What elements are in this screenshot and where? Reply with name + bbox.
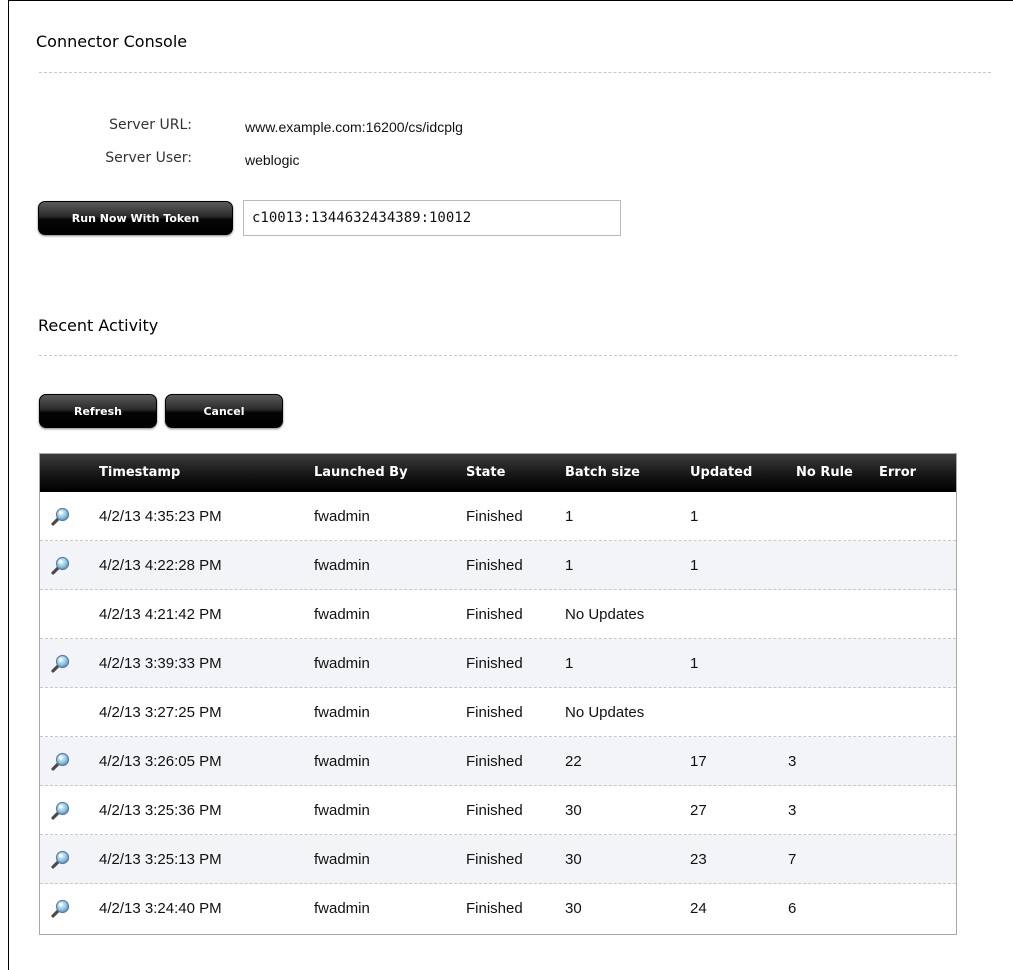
cell-timestamp: 4/2/13 4:22:28 PM	[99, 557, 222, 574]
cell-state: Finished	[466, 900, 523, 917]
column-header-batch-size[interactable]: Batch size	[565, 454, 640, 492]
cell-timestamp: 4/2/13 3:27:25 PM	[99, 704, 222, 721]
cell-timestamp: 4/2/13 3:25:36 PM	[99, 802, 222, 819]
cell-state: Finished	[466, 704, 523, 721]
cell-launched-by: fwadmin	[314, 557, 370, 574]
server-url-label: Server URL:	[109, 117, 192, 133]
cell-updated: 23	[690, 851, 707, 868]
cell-batch-size: No Updates	[565, 606, 645, 623]
cancel-button[interactable]: Cancel	[165, 394, 283, 428]
cell-batch-size: 22	[565, 753, 582, 770]
activity-divider	[39, 355, 957, 356]
cell-timestamp: 4/2/13 4:35:23 PM	[99, 508, 222, 525]
cell-launched-by: fwadmin	[314, 606, 370, 623]
cell-launched-by: fwadmin	[314, 900, 370, 917]
token-input[interactable]	[243, 200, 621, 236]
table-row[interactable]: 4/2/13 4:21:42 PM fwadmin Finished No Updat…	[40, 590, 956, 639]
cell-batch-size: 30	[565, 900, 582, 917]
cell-batch-size: 1	[565, 508, 574, 525]
table-row[interactable]: 4/2/13 3:25:36 PM fwadmin Finished 30 27 3	[40, 786, 956, 835]
magnifier-icon[interactable]	[49, 849, 71, 871]
cell-batch-size: 30	[565, 851, 582, 868]
cell-launched-by: fwadmin	[314, 508, 370, 525]
column-header-updated[interactable]: Updated	[690, 454, 752, 492]
cell-batch-size: 30	[565, 802, 582, 819]
magnifier-icon[interactable]	[49, 555, 71, 577]
magnifier-icon[interactable]	[49, 751, 71, 773]
cell-batch-size: 1	[565, 655, 574, 672]
server-user-value: weblogic	[245, 152, 300, 168]
table-row[interactable]: 4/2/13 4:22:28 PM fwadmin Finished 1 1	[40, 541, 956, 590]
cell-timestamp: 4/2/13 3:25:13 PM	[99, 851, 222, 868]
cell-timestamp: 4/2/13 4:21:42 PM	[99, 606, 222, 623]
cell-updated: 24	[690, 900, 707, 917]
cell-state: Finished	[466, 753, 523, 770]
server-url-value: www.example.com:16200/cs/idcplg	[245, 119, 463, 135]
column-header-launched-by[interactable]: Launched By	[314, 454, 408, 492]
cell-launched-by: fwadmin	[314, 802, 370, 819]
cell-no-rule: 3	[788, 753, 797, 770]
magnifier-icon[interactable]	[49, 800, 71, 822]
cell-state: Finished	[466, 557, 523, 574]
cell-updated: 27	[690, 802, 707, 819]
cell-no-rule: 7	[788, 851, 797, 868]
server-user-label: Server User:	[105, 150, 192, 166]
cell-batch-size: No Updates	[565, 704, 645, 721]
cell-launched-by: fwadmin	[314, 851, 370, 868]
table-row[interactable]: 4/2/13 4:35:23 PM fwadmin Finished 1 1	[40, 492, 956, 541]
table-row[interactable]: 4/2/13 3:27:25 PM fwadmin Finished No Updat…	[40, 688, 956, 737]
column-header-error[interactable]: Error	[879, 454, 916, 492]
cell-no-rule: 3	[788, 802, 797, 819]
magnifier-icon[interactable]	[49, 653, 71, 675]
cell-updated: 1	[690, 508, 699, 525]
cell-state: Finished	[466, 606, 523, 623]
page-title: Connector Console	[36, 32, 188, 51]
table-row[interactable]: 4/2/13 3:39:33 PM fwadmin Finished 1 1	[40, 639, 956, 688]
cell-updated: 1	[690, 655, 699, 672]
title-divider	[39, 72, 991, 73]
run-now-with-token-button[interactable]: Run Now With Token	[38, 201, 233, 235]
cell-timestamp: 4/2/13 3:39:33 PM	[99, 655, 222, 672]
cell-updated: 17	[690, 753, 707, 770]
table-row[interactable]: 4/2/13 3:24:40 PM fwadmin Finished 30 24 6	[40, 884, 956, 933]
refresh-button[interactable]: Refresh	[39, 394, 157, 428]
table-row[interactable]: 4/2/13 3:25:13 PM fwadmin Finished 30 23 7	[40, 835, 956, 884]
cell-launched-by: fwadmin	[314, 655, 370, 672]
cell-no-rule: 6	[788, 900, 797, 917]
cell-batch-size: 1	[565, 557, 574, 574]
magnifier-icon[interactable]	[49, 898, 71, 920]
recent-activity-title: Recent Activity	[38, 316, 159, 335]
column-header-no-rule[interactable]: No Rule	[796, 454, 853, 492]
cell-updated: 1	[690, 557, 699, 574]
activity-table: Timestamp Launched By State Batch size U…	[39, 453, 957, 935]
table-header: Timestamp Launched By State Batch size U…	[40, 454, 956, 492]
column-header-state[interactable]: State	[466, 454, 505, 492]
cell-state: Finished	[466, 851, 523, 868]
cell-timestamp: 4/2/13 3:26:05 PM	[99, 753, 222, 770]
cell-launched-by: fwadmin	[314, 704, 370, 721]
cell-state: Finished	[466, 802, 523, 819]
cell-state: Finished	[466, 508, 523, 525]
table-row[interactable]: 4/2/13 3:26:05 PM fwadmin Finished 22 17 3	[40, 737, 956, 786]
cell-launched-by: fwadmin	[314, 753, 370, 770]
cell-state: Finished	[466, 655, 523, 672]
cell-timestamp: 4/2/13 3:24:40 PM	[99, 900, 222, 917]
column-header-timestamp[interactable]: Timestamp	[99, 454, 180, 492]
magnifier-icon[interactable]	[49, 506, 71, 528]
